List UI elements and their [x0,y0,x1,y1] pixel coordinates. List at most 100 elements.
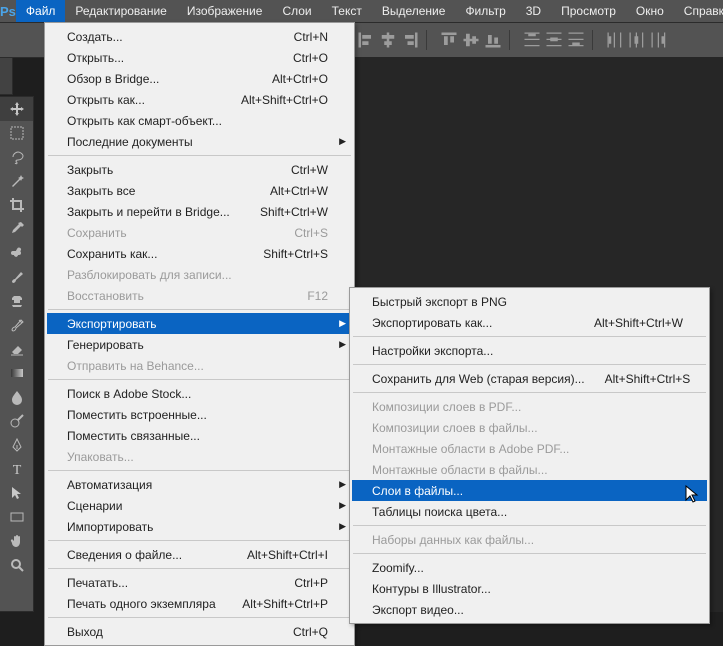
blur-tool[interactable] [0,385,33,409]
path-selection-tool[interactable] [0,481,33,505]
file-menu-item-4[interactable]: Открыть как смарт-объект... [47,110,352,131]
file-menu-item-28[interactable]: Сведения о файле...Alt+Shift+Ctrl+I [47,544,352,565]
lasso-tool[interactable] [0,145,33,169]
marquee-tool[interactable] [0,121,33,145]
export-menu-item-label: Экспорт видео... [372,603,683,617]
file-menu-item-33[interactable]: ВыходCtrl+Q [47,621,352,642]
file-menu-item-1[interactable]: Открыть...Ctrl+O [47,47,352,68]
file-menu-item-8[interactable]: Закрыть всеAlt+Ctrl+W [47,180,352,201]
eyedropper-tool[interactable] [0,217,33,241]
gradient-tool[interactable] [0,361,33,385]
align-center-h-icon[interactable] [378,30,398,50]
menu-image[interactable]: Изображение [177,0,273,22]
align-bottom-icon[interactable] [483,30,503,50]
app-logo: Ps [0,0,16,22]
file-menu-item-11[interactable]: Сохранить как...Shift+Ctrl+S [47,243,352,264]
export-menu-item-5[interactable]: Сохранить для Web (старая версия)...Alt+… [352,368,707,389]
distribute-vcenter-icon[interactable] [544,30,564,50]
zoom-tool[interactable] [0,553,33,577]
file-menu-item-label: Закрыть все [67,184,250,198]
file-menu-item-2[interactable]: Обзор в Bridge...Alt+Ctrl+O [47,68,352,89]
file-menu-item-30[interactable]: Печатать...Ctrl+P [47,572,352,593]
file-menu-item-label: Сценарии [67,499,328,513]
menu-edit[interactable]: Редактирование [65,0,176,22]
pen-tool[interactable] [0,433,33,457]
brush-tool[interactable] [0,265,33,289]
export-menu-item-9: Монтажные области в Adobe PDF... [352,438,707,459]
export-menu-item-1[interactable]: Экспортировать как...Alt+Shift+Ctrl+W [352,312,707,333]
file-menu-item-21[interactable]: Поместить связанные... [47,425,352,446]
file-menu-item-label: Поиск в Adobe Stock... [67,387,328,401]
file-menu-item-shortcut: F12 [307,289,328,303]
export-menu-item-0[interactable]: Быстрый экспорт в PNG [352,291,707,312]
export-menu-separator [353,553,706,554]
export-menu-item-label: Контуры в Illustrator... [372,582,683,596]
menu-help[interactable]: Справка [674,0,723,22]
history-brush-tool[interactable] [0,313,33,337]
distribute-left-icon[interactable] [605,30,625,50]
file-menu-item-shortcut: Alt+Shift+Ctrl+I [247,548,328,562]
file-menu-item-shortcut: Alt+Shift+Ctrl+O [241,93,328,107]
submenu-arrow-icon: ▶ [339,479,346,490]
file-menu-item-9[interactable]: Закрыть и перейти в Bridge...Shift+Ctrl+… [47,201,352,222]
file-menu-item-label: Открыть как смарт-объект... [67,114,328,128]
export-menu-item-label: Zoomify... [372,561,683,575]
export-menu-item-14: Наборы данных как файлы... [352,529,707,550]
file-menu-item-24[interactable]: Автоматизация▶ [47,474,352,495]
distribute-top-icon[interactable] [522,30,542,50]
file-menu-item-10: СохранитьCtrl+S [47,222,352,243]
file-menu-item-7[interactable]: ЗакрытьCtrl+W [47,159,352,180]
file-menu-item-16[interactable]: Генерировать▶ [47,334,352,355]
menu-file[interactable]: Файл [16,0,66,22]
hand-tool[interactable] [0,529,33,553]
export-menu-item-11[interactable]: Слои в файлы... [352,480,707,501]
file-menu-separator [48,309,351,310]
distribute-right-icon[interactable] [649,30,669,50]
menu-filter[interactable]: Фильтр [455,0,515,22]
export-menu-item-17[interactable]: Контуры в Illustrator... [352,578,707,599]
file-menu-item-20[interactable]: Поместить встроенные... [47,404,352,425]
healing-brush-tool[interactable] [0,241,33,265]
clone-stamp-tool[interactable] [0,289,33,313]
file-menu-item-shortcut: Ctrl+W [291,163,328,177]
file-menu-item-31[interactable]: Печать одного экземпляраAlt+Shift+Ctrl+P [47,593,352,614]
menu-3d[interactable]: 3D [516,0,551,22]
file-menu-separator [48,379,351,380]
menu-layers[interactable]: Слои [272,0,321,22]
align-center-v-icon[interactable] [461,30,481,50]
file-menu-item-26[interactable]: Импортировать▶ [47,516,352,537]
file-menu-item-3[interactable]: Открыть как...Alt+Shift+Ctrl+O [47,89,352,110]
submenu-arrow-icon: ▶ [339,500,346,511]
dodge-tool[interactable] [0,409,33,433]
app-logo-text: Ps [0,4,16,19]
file-menu-item-0[interactable]: Создать...Ctrl+N [47,26,352,47]
menu-view[interactable]: Просмотр [551,0,626,22]
type-tool[interactable]: T [0,457,33,481]
magic-wand-tool[interactable] [0,169,33,193]
distribute-bottom-icon[interactable] [566,30,586,50]
align-top-icon[interactable] [439,30,459,50]
file-menu-item-15[interactable]: Экспортировать▶ [47,313,352,334]
menu-type[interactable]: Текст [322,0,372,22]
file-menu-item-13: ВосстановитьF12 [47,285,352,306]
align-left-icon[interactable] [356,30,376,50]
export-menu-item-18[interactable]: Экспорт видео... [352,599,707,620]
panel-dock-handle[interactable] [0,57,13,95]
align-right-icon[interactable] [400,30,420,50]
crop-tool[interactable] [0,193,33,217]
rectangle-tool[interactable] [0,505,33,529]
export-menu-item-16[interactable]: Zoomify... [352,557,707,578]
move-tool[interactable] [0,97,33,121]
export-menu-item-3[interactable]: Настройки экспорта... [352,340,707,361]
menu-window[interactable]: Окно [626,0,674,22]
file-menu-item-5[interactable]: Последние документы▶ [47,131,352,152]
distribute-hcenter-icon[interactable] [627,30,647,50]
eraser-tool[interactable] [0,337,33,361]
file-menu-item-25[interactable]: Сценарии ▶ [47,495,352,516]
export-menu-item-label: Композиции слоев в файлы... [372,421,683,435]
menu-select[interactable]: Выделение [372,0,456,22]
file-menu-item-label: Выход [67,625,273,639]
export-menu-item-12[interactable]: Таблицы поиска цвета... [352,501,707,522]
file-menu-item-19[interactable]: Поиск в Adobe Stock... [47,383,352,404]
file-menu-item-12: Разблокировать для записи... [47,264,352,285]
